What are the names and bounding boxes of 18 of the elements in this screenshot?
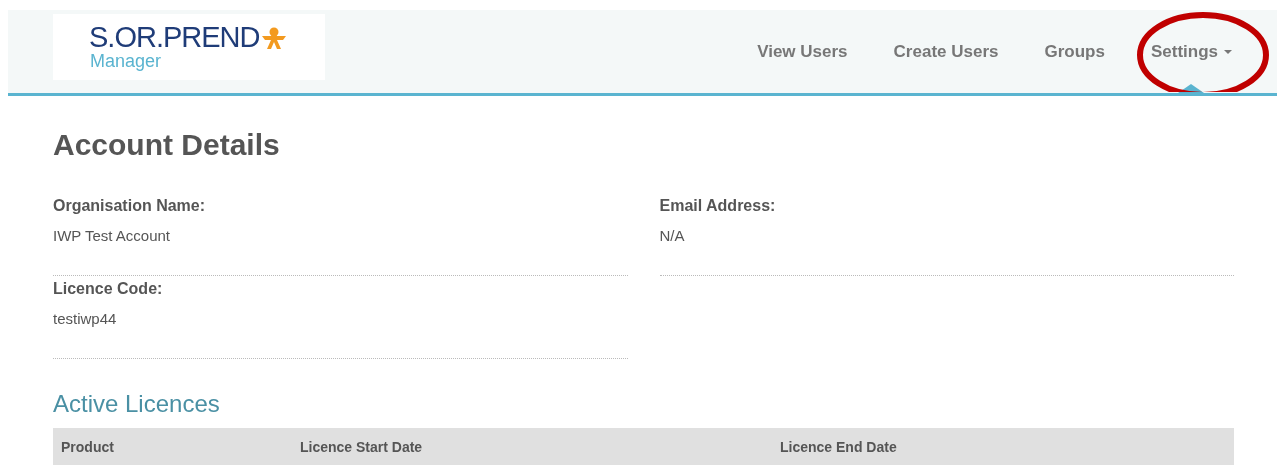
- figure-icon: [261, 26, 288, 49]
- nav-link[interactable]: Groups: [1021, 10, 1128, 93]
- column-header: Product: [61, 438, 115, 455]
- column-header: Licence Start Date: [300, 438, 424, 455]
- column-header: Licence End Date: [780, 438, 898, 455]
- field-value: N/A: [659, 227, 686, 244]
- field-label: Licence Code:: [53, 280, 164, 298]
- field-label: Email Address:: [659, 197, 777, 215]
- field-label: Organisation Name:: [53, 197, 207, 215]
- field-value: testiwp44: [53, 310, 118, 327]
- field-value: IWP Test Account: [53, 227, 171, 244]
- logo-name: S.OR.PREND: [89, 23, 260, 52]
- nav-link[interactable]: Settings: [1127, 10, 1255, 93]
- page-title: Account Details: [53, 128, 281, 162]
- nav-link[interactable]: Create Users: [870, 10, 1022, 93]
- nav-link[interactable]: View Users: [734, 10, 871, 93]
- section-heading: Active Licences: [53, 390, 221, 418]
- logo-subtitle: Manager: [90, 52, 163, 70]
